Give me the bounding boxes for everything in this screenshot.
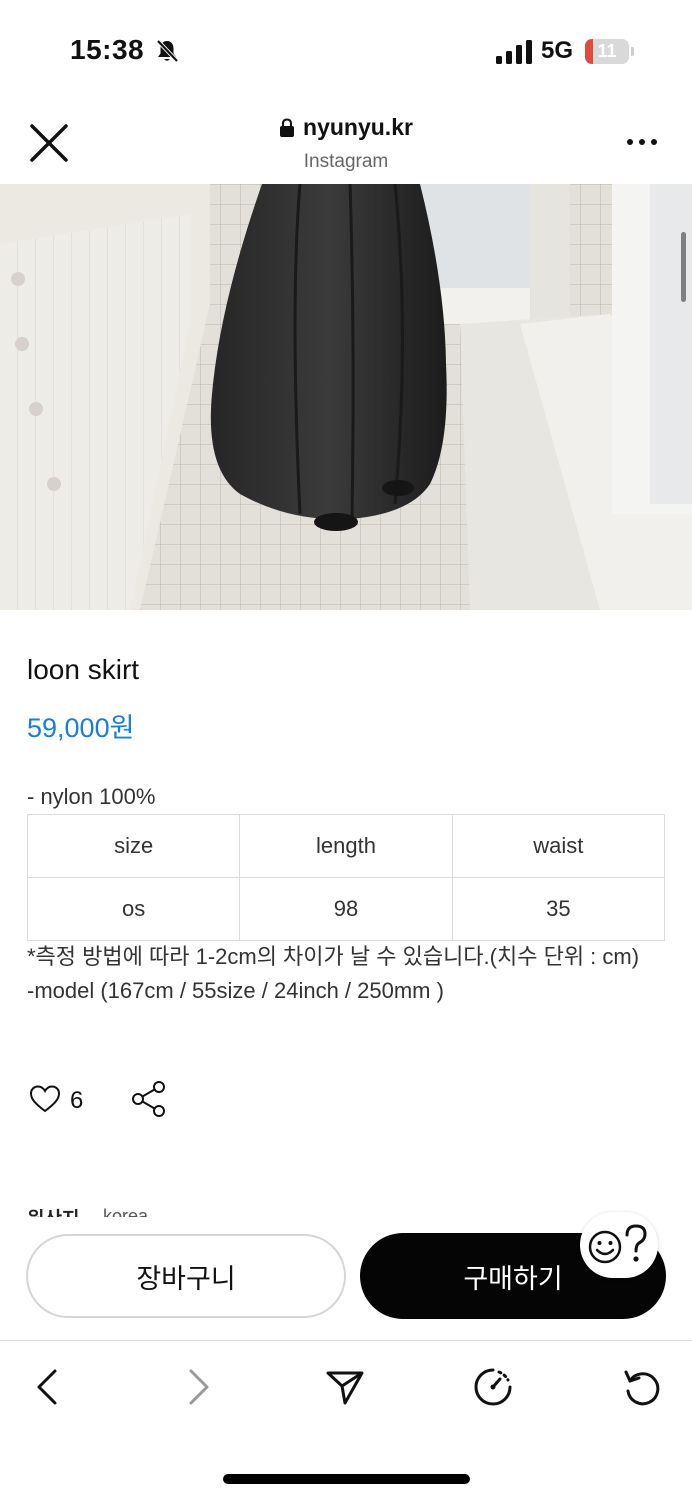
product-photo-black-balloon-skirt	[0, 184, 692, 610]
url-text: nyunyu.kr	[303, 114, 413, 140]
size-table: size length waist os 98 35	[26, 814, 666, 941]
scroll-indicator[interactable]	[681, 232, 686, 302]
cart-button[interactable]: 장바구니	[26, 1234, 346, 1318]
more-icon[interactable]	[622, 128, 662, 156]
product-photo	[0, 184, 692, 610]
measurement-note: *측정 방법에 따라 1-2cm의 차이가 날 수 있습니다.(치수 단위 : …	[27, 940, 667, 1008]
battery-tip	[631, 47, 634, 56]
browser-header: nyunyu.kr Instagram	[0, 100, 692, 184]
table-header: size	[26, 814, 241, 878]
table-cell: 35	[451, 877, 666, 941]
actions-row: 6	[27, 1080, 667, 1124]
speed-icon[interactable]	[473, 1367, 513, 1407]
url-area[interactable]: nyunyu.kr Instagram	[0, 114, 692, 173]
product-title: loon skirt	[27, 654, 140, 685]
table-cell: 98	[239, 877, 453, 941]
bell-slash-icon	[156, 39, 179, 63]
heart-icon[interactable]	[29, 1084, 61, 1114]
table-row: os 98 35	[26, 877, 666, 941]
network-label: 5G	[541, 37, 574, 64]
battery-level: 11	[597, 41, 617, 61]
table-header: length	[239, 814, 453, 878]
smiley-question-icon	[588, 1224, 647, 1264]
home-indicator[interactable]	[223, 1474, 470, 1484]
like-count: 6	[70, 1087, 84, 1114]
url-subtitle: Instagram	[303, 150, 389, 172]
battery-icon: 11	[585, 39, 629, 64]
material-text: - nylon 100%	[27, 784, 156, 809]
model-info: -model (167cm / 55size / 24inch / 250mm …	[27, 978, 444, 1003]
signal-icon	[496, 40, 532, 64]
product-price: 59,000원	[27, 713, 135, 743]
help-chat-button[interactable]	[580, 1212, 658, 1278]
status-bar: 15:38 5G 11	[0, 0, 692, 100]
back-icon[interactable]	[28, 1367, 68, 1407]
table-cell: os	[26, 877, 241, 941]
note-line: *측정 방법에 따라 1-2cm의 차이가 날 수 있습니다.(치수 단위 : …	[27, 944, 640, 969]
table-header: waist	[451, 814, 666, 878]
table-header-row: size length waist	[26, 814, 666, 878]
browser-toolbar	[0, 1341, 692, 1431]
forward-icon[interactable]	[178, 1367, 218, 1407]
share-icon[interactable]	[130, 1080, 168, 1118]
lock-icon	[280, 117, 295, 137]
reload-icon[interactable]	[622, 1367, 662, 1407]
send-icon[interactable]	[325, 1367, 365, 1407]
status-time: 15:38	[70, 34, 145, 65]
